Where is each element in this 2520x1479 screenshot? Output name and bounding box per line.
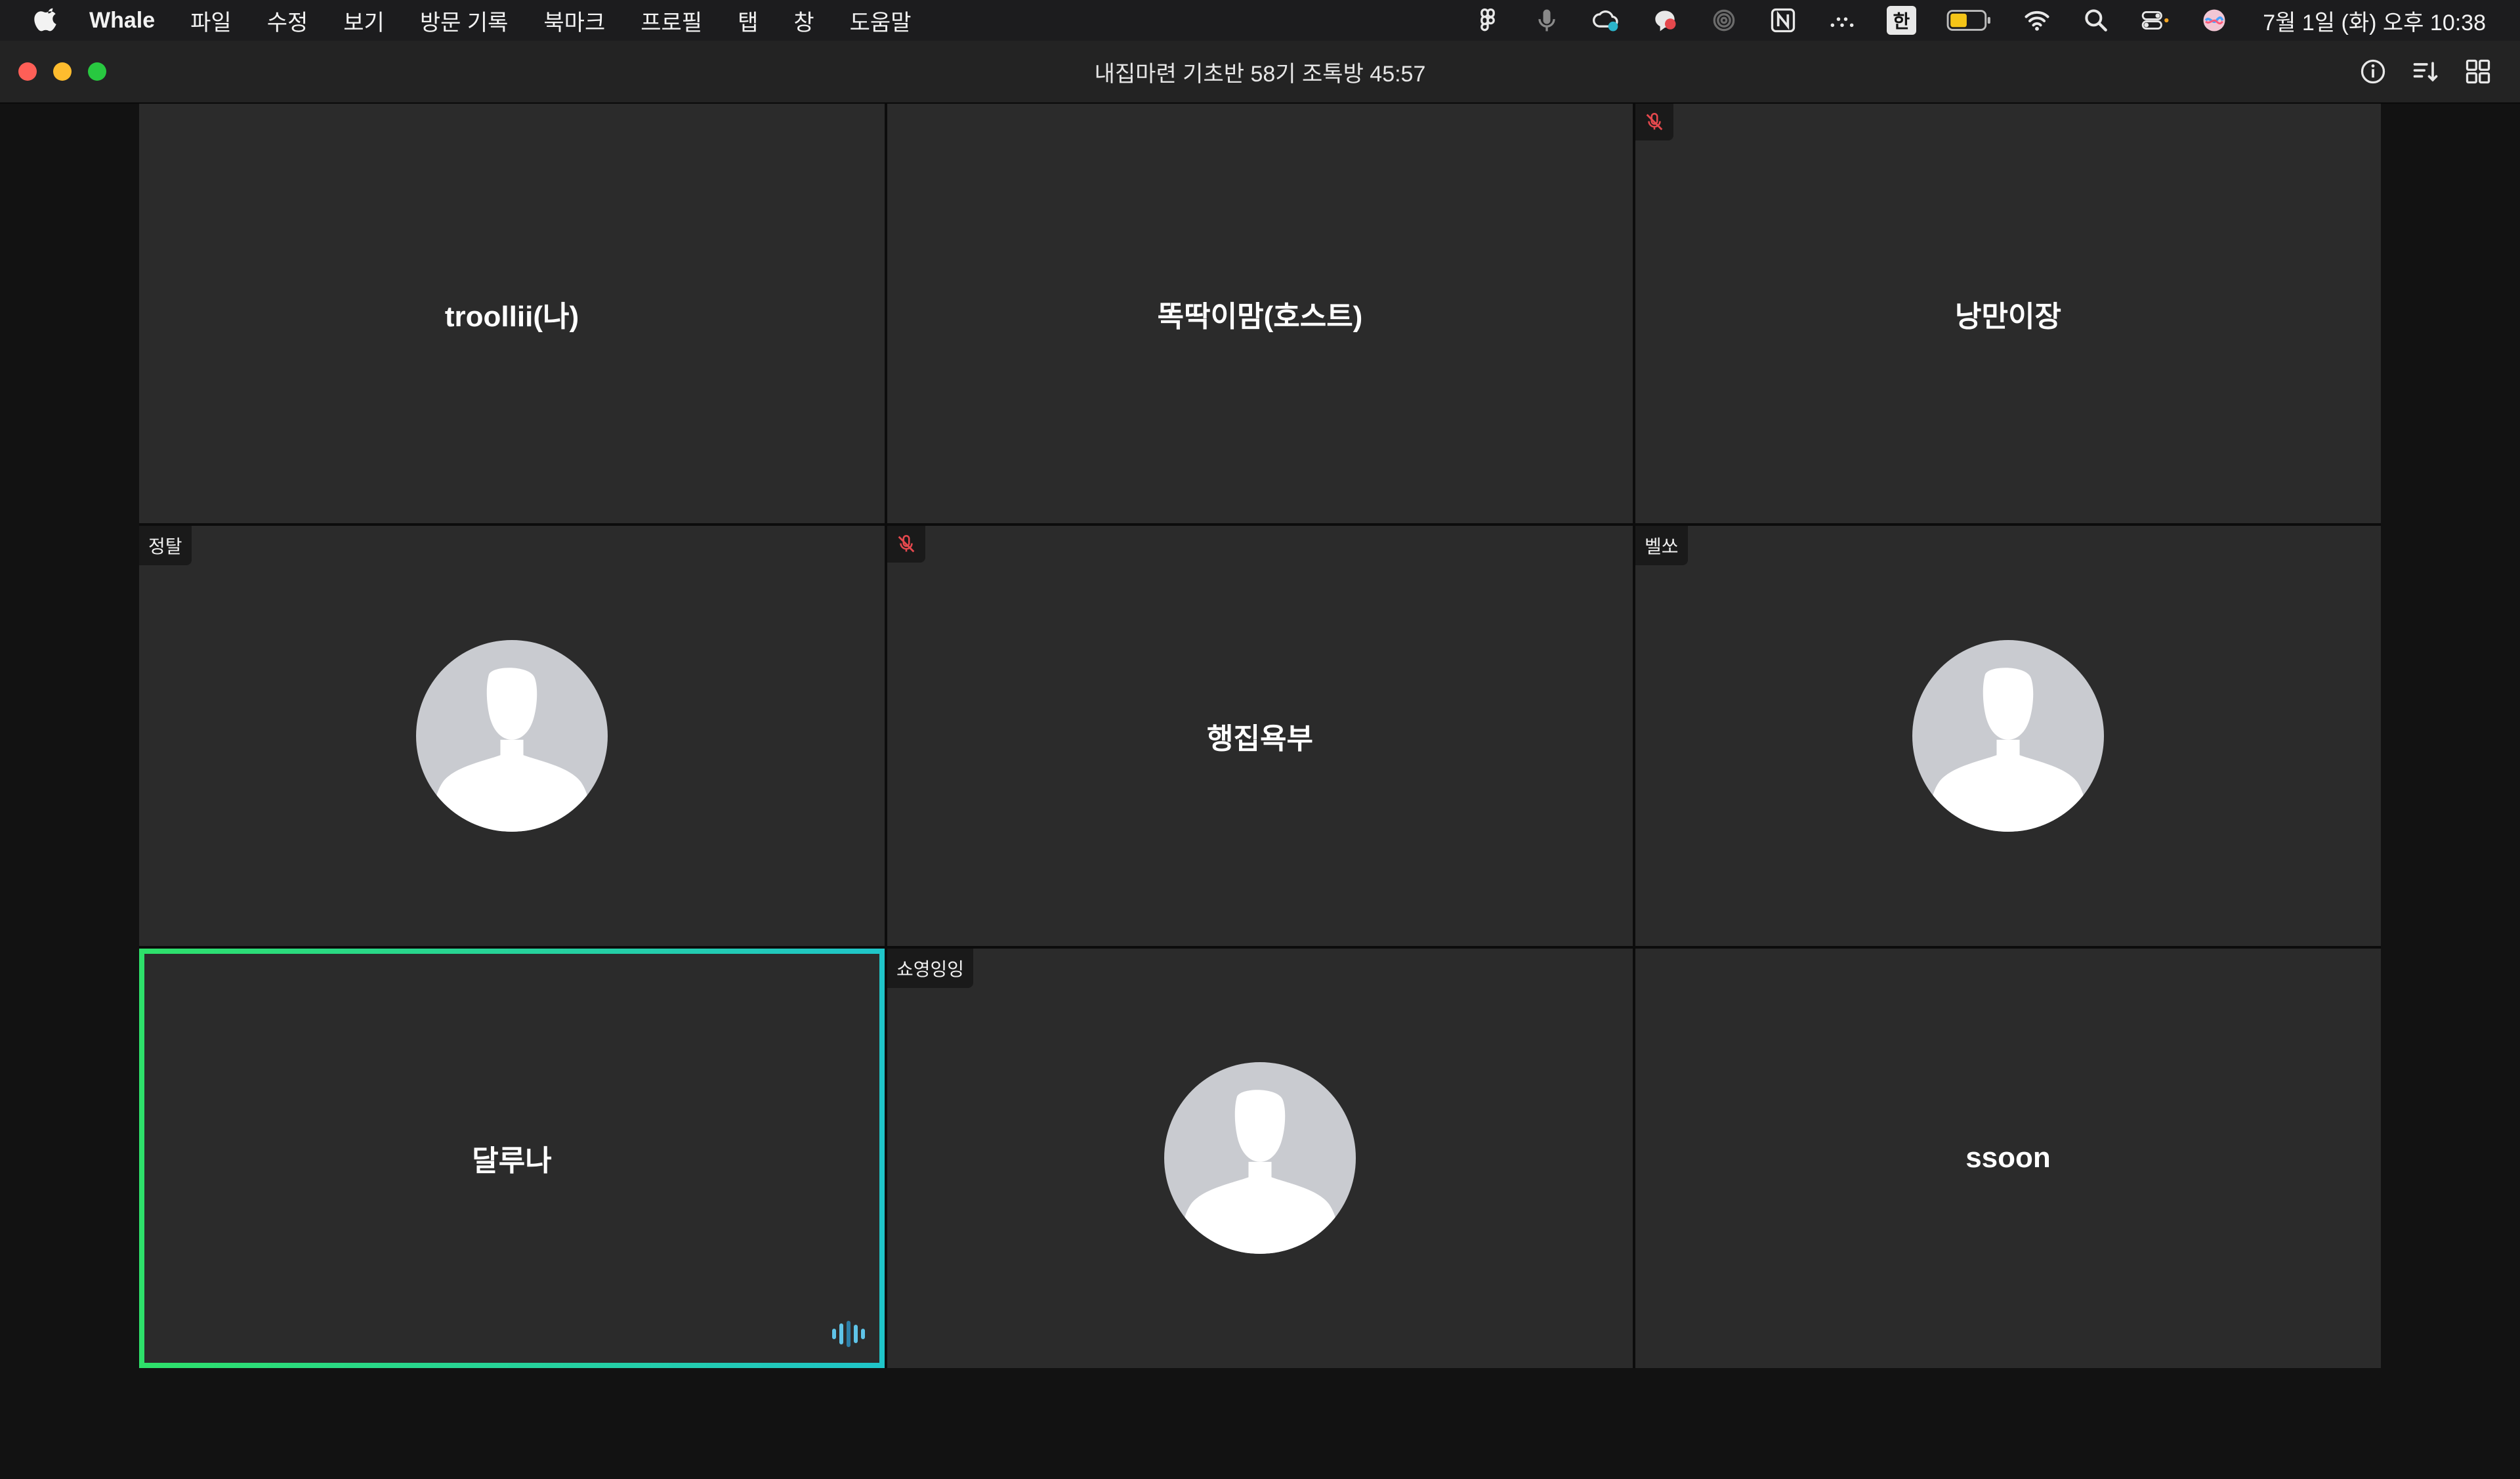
participant-name-tag: 쇼영잉잉 (887, 948, 974, 988)
wifi-icon[interactable] (2023, 6, 2051, 35)
video-stage: troollii(나) 똑딱이맘(호스트) 낭만이장 정탈 행집욕부 벨쏘 달루… (0, 104, 2520, 1479)
menu-tab[interactable]: 탭 (738, 5, 758, 37)
close-window-button[interactable] (18, 62, 37, 81)
menu-help[interactable]: 도움말 (850, 5, 912, 37)
participant-tile[interactable]: 쇼영잉잉 (887, 948, 1633, 1368)
participant-name-tag: 벨쏘 (1635, 526, 1688, 566)
participant-tile[interactable]: 낭만이장 (1635, 104, 2381, 524)
participant-tile[interactable]: troollii(나) (139, 104, 885, 524)
gallery-view-icon[interactable] (2462, 56, 2494, 87)
active-speaker-tile[interactable]: 달루나 (139, 948, 885, 1368)
menu-edit[interactable]: 수정 (267, 5, 308, 37)
muted-mic-icon (887, 526, 925, 563)
participant-tile[interactable]: 행집욕부 (887, 526, 1633, 946)
avatar (1164, 1062, 1356, 1254)
focus-icon[interactable] (1710, 6, 1738, 35)
window-title-bar: 내집마련 기초반 58기 조톡방 45:57 (0, 41, 2520, 104)
participant-grid: troollii(나) 똑딱이맘(호스트) 낭만이장 정탈 행집욕부 벨쏘 달루… (139, 104, 2381, 1368)
search-icon[interactable] (2082, 6, 2110, 35)
participant-name-tag: 정탈 (139, 526, 192, 566)
app-name-menu[interactable]: Whale (89, 8, 155, 33)
participant-name: 행집욕부 (1207, 722, 1313, 755)
avatar (1912, 639, 2104, 832)
participant-tile[interactable]: 벨쏘 (1635, 526, 2381, 946)
menu-history[interactable]: 방문 기록 (420, 5, 509, 37)
participant-name: 달루나 (472, 1145, 552, 1178)
participant-tile[interactable]: ssoon (1635, 948, 2381, 1368)
creative-cloud-icon[interactable] (1591, 6, 1620, 35)
participant-name: 낭만이장 (1955, 300, 2061, 333)
audio-level-icon (832, 1320, 865, 1347)
avatar (416, 639, 608, 832)
menu-clock[interactable]: 7월 1일 (화) 오후 10:38 (2263, 5, 2486, 37)
control-center-icon[interactable] (2141, 6, 2170, 35)
participant-name: ssoon (1965, 1142, 2051, 1174)
battery-icon[interactable] (1946, 6, 1992, 35)
meeting-toolbar (2336, 56, 2494, 87)
menu-profile[interactable]: 프로필 (640, 5, 702, 37)
menu-bookmarks[interactable]: 북마크 (543, 5, 605, 37)
menu-window[interactable]: 창 (793, 5, 814, 37)
menu-view[interactable]: 보기 (343, 5, 385, 37)
participant-tile[interactable]: 똑딱이맘(호스트) (887, 104, 1633, 524)
window-controls (18, 62, 123, 81)
apple-menu-icon[interactable] (34, 6, 60, 35)
figma-icon[interactable] (1473, 6, 1502, 35)
minimize-window-button[interactable] (53, 62, 72, 81)
siri-icon[interactable] (2200, 6, 2229, 35)
muted-mic-icon (1635, 104, 1673, 140)
dots-icon[interactable] (1828, 6, 1857, 35)
info-icon[interactable] (2357, 56, 2389, 87)
participant-name: 똑딱이맘(호스트) (1157, 300, 1363, 333)
participant-name: troollii(나) (444, 300, 579, 333)
participant-tile[interactable]: 정탈 (139, 526, 885, 946)
zoom-window-button[interactable] (88, 62, 106, 81)
microphone-icon[interactable] (1532, 6, 1561, 35)
input-method-icon[interactable]: 한 (1886, 6, 1917, 35)
meeting-title: 내집마련 기초반 58기 조톡방 45:57 (1094, 61, 1426, 87)
menu-bar: Whale 파일 수정 보기 방문 기록 북마크 프로필 탭 창 도움말 한 7… (0, 0, 2520, 41)
status-area: 한 7월 1일 (화) 오후 10:38 (1443, 5, 2486, 37)
sort-icon[interactable] (2410, 56, 2441, 87)
notion-icon[interactable] (1769, 6, 1797, 35)
menu-file[interactable]: 파일 (190, 5, 232, 37)
chat-icon[interactable] (1650, 6, 1679, 35)
